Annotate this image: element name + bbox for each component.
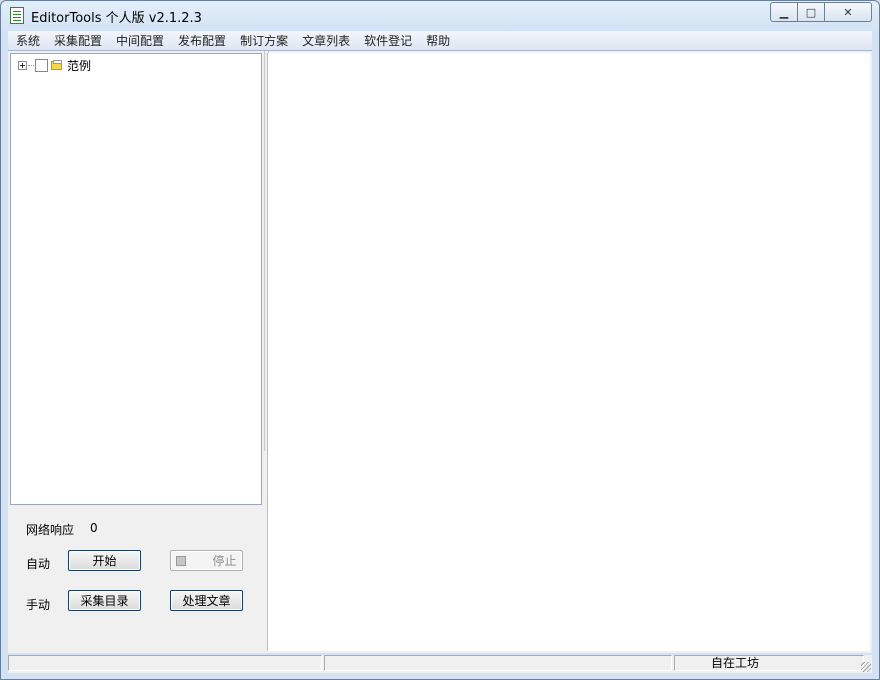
- status-pane-3: 自在工坊: [674, 655, 864, 671]
- expand-plus-icon[interactable]: [18, 60, 27, 70]
- collect-directory-button[interactable]: 采集目录: [68, 590, 141, 611]
- status-pane-2: [324, 655, 672, 671]
- menu-make-plan[interactable]: 制订方案: [233, 32, 295, 49]
- menu-bar: 系统 采集配置 中间配置 发布配置 制订方案 文章列表 软件登记 帮助: [8, 31, 872, 51]
- menu-system[interactable]: 系统: [8, 32, 47, 49]
- tree-node-root[interactable]: 范例: [18, 57, 91, 74]
- caption-buttons: ▁ □ ✕: [770, 2, 872, 22]
- tree-node-checkbox[interactable]: [35, 58, 48, 72]
- process-article-button[interactable]: 处理文章: [170, 590, 243, 611]
- stop-button-label: 停止: [212, 554, 237, 568]
- stop-button[interactable]: 停止: [170, 550, 243, 571]
- menu-publish-config[interactable]: 发布配置: [171, 32, 233, 49]
- maximize-button[interactable]: □: [797, 2, 825, 22]
- menu-help[interactable]: 帮助: [419, 32, 457, 49]
- minimize-button[interactable]: ▁: [770, 2, 798, 22]
- tree-view[interactable]: 范例: [10, 53, 262, 505]
- manual-label: 手动: [26, 598, 51, 612]
- close-button[interactable]: ✕: [824, 2, 872, 22]
- start-button[interactable]: 开始: [68, 550, 141, 571]
- menu-middle-config[interactable]: 中间配置: [109, 32, 171, 49]
- client-area: 范例 网络响应 0 自动 开始 停止 手动 采集目录 处理文章: [8, 51, 872, 653]
- tree-connector: [28, 64, 34, 66]
- tree-node-label[interactable]: 范例: [67, 57, 91, 74]
- menu-article-list[interactable]: 文章列表: [295, 32, 357, 49]
- content-panel[interactable]: [267, 53, 870, 651]
- menu-register[interactable]: 软件登记: [357, 32, 419, 49]
- app-window: EditorTools 个人版 v2.1.2.3 ▁ □ ✕ 系统 采集配置 中…: [0, 0, 880, 680]
- stop-square-icon: [176, 555, 187, 566]
- app-document-icon: [10, 7, 24, 24]
- status-pane-1: [8, 655, 322, 671]
- window-title: EditorTools 个人版 v2.1.2.3: [31, 11, 202, 26]
- menu-collect-config[interactable]: 采集配置: [47, 32, 109, 49]
- auto-label: 自动: [26, 557, 51, 571]
- network-response-value: 0: [90, 521, 98, 535]
- resize-grip-icon[interactable]: [861, 662, 871, 672]
- folder-icon: [51, 60, 62, 70]
- network-response-label: 网络响应: [26, 523, 75, 537]
- status-bar: 自在工坊: [8, 655, 872, 673]
